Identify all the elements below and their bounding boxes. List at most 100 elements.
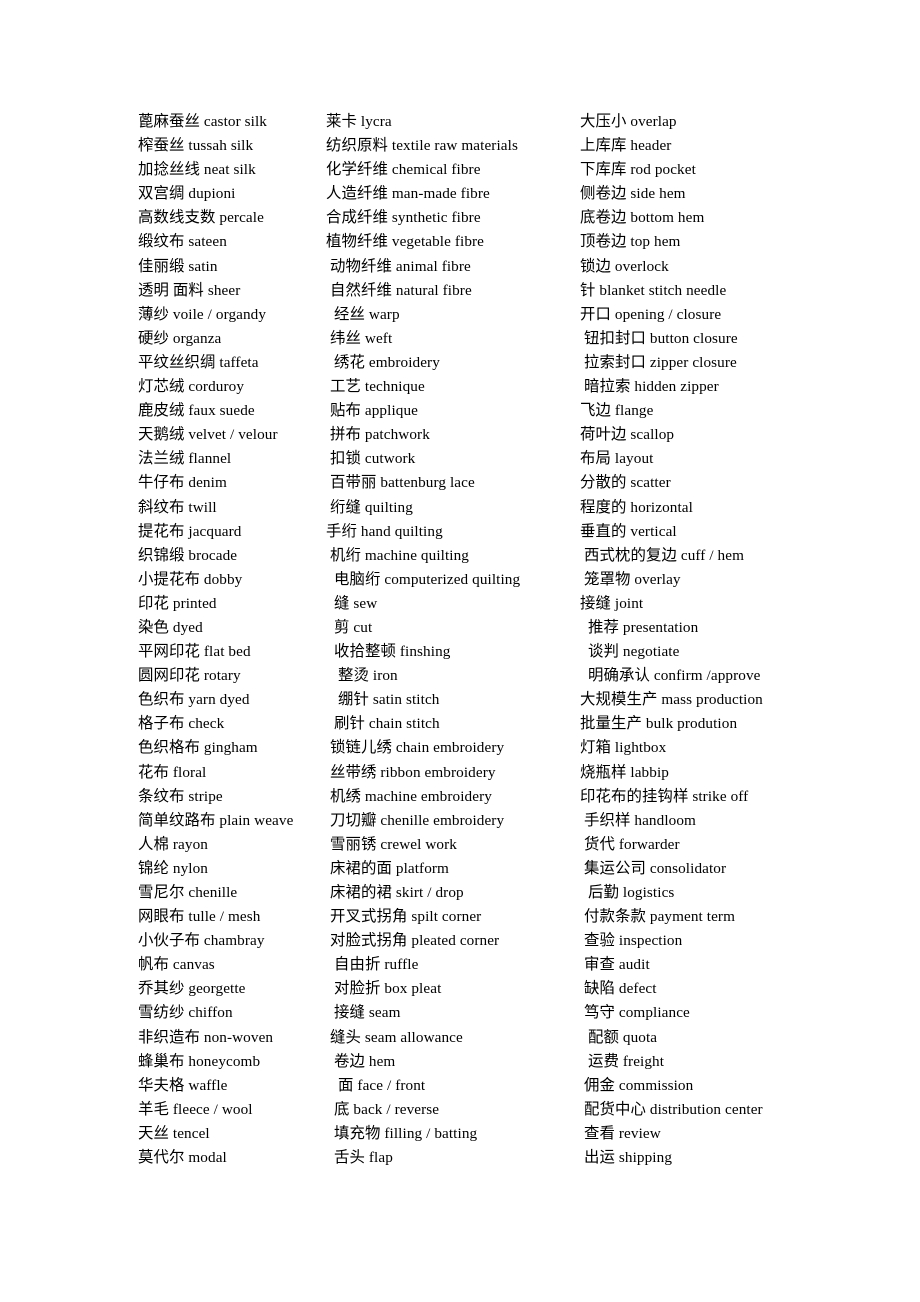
glossary-term-zh: 上库库	[580, 137, 627, 155]
glossary-term-en: zipper closure	[649, 353, 737, 371]
glossary-term-zh: 天鹅绒	[138, 426, 185, 444]
glossary-term-en: flat bed	[203, 643, 251, 661]
glossary-term-en: neat silk	[203, 161, 256, 179]
glossary-term-en: joint	[614, 594, 644, 612]
glossary-entry: 对脸式拐角 pleated corner	[326, 929, 580, 953]
glossary-term-zh: 出运	[584, 1149, 615, 1167]
glossary-term-en: confirm /approve	[653, 667, 761, 685]
glossary-term-zh: 乔其纱	[138, 980, 185, 998]
glossary-term-en: battenburg lace	[380, 474, 475, 492]
glossary-term-zh: 天丝	[138, 1124, 169, 1142]
glossary-entry: 拉索封口 zipper closure	[580, 351, 838, 375]
glossary-entry: 绣花 embroidery	[326, 351, 580, 375]
glossary-term-en: back / reverse	[353, 1100, 440, 1118]
glossary-entry: 丝带绣 ribbon embroidery	[326, 761, 580, 785]
glossary-entry: 明确承认 confirm /approve	[580, 664, 838, 688]
glossary-term-zh: 植物纤维	[326, 233, 388, 251]
glossary-term-en: taffeta	[219, 353, 259, 371]
glossary-entry: 人造纤维 man-made fibre	[326, 182, 580, 206]
glossary-term-en: dupioni	[188, 185, 236, 203]
glossary-term-zh: 百带丽	[330, 474, 377, 492]
glossary-entry: 接缝 joint	[580, 592, 838, 616]
glossary-entry: 床裙的面 platform	[326, 857, 580, 881]
glossary-term-zh: 谈判	[588, 643, 619, 661]
glossary-entry: 工艺 technique	[326, 375, 580, 399]
glossary-term-zh: 锦纶	[138, 859, 169, 877]
glossary-entry: 集运公司 consolidator	[580, 857, 838, 881]
glossary-term-zh: 丝带绣	[330, 763, 377, 781]
glossary-term-zh: 蜂巢布	[138, 1052, 185, 1070]
glossary-term-zh: 查看	[584, 1124, 615, 1142]
glossary-term-en: filling / batting	[384, 1124, 478, 1142]
glossary-term-en: tulle / mesh	[188, 908, 261, 926]
glossary-term-en: platform	[395, 859, 449, 877]
glossary-term-en: printed	[172, 594, 217, 612]
glossary-term-en: skirt / drop	[395, 884, 464, 901]
glossary-term-zh: 华夫格	[138, 1076, 185, 1094]
glossary-entry: 色织布 yarn dyed	[138, 688, 326, 712]
glossary-term-en: modal	[188, 1149, 227, 1167]
glossary-term-zh: 面	[338, 1076, 354, 1094]
glossary-term-zh: 扣锁	[330, 450, 361, 468]
glossary-term-zh: 牛仔布	[138, 474, 185, 492]
glossary-term-zh: 平网印花	[138, 643, 200, 661]
glossary-term-zh: 手绗	[326, 522, 357, 540]
glossary-term-zh: 大压小	[580, 113, 627, 130]
glossary-entry: 平纹丝织绸 taffeta	[138, 351, 326, 375]
glossary-term-en: honeycomb	[188, 1052, 261, 1070]
glossary-term-zh: 钮扣封口	[584, 329, 646, 347]
glossary-entry: 开口 opening / closure	[580, 303, 838, 327]
glossary-term-en: applique	[364, 402, 418, 420]
glossary-term-en: scatter	[630, 474, 671, 492]
glossary-term-zh: 侧卷边	[580, 185, 627, 203]
glossary-term-zh: 布局	[580, 450, 611, 468]
glossary-entry: 电脑绗 computerized quilting	[326, 568, 580, 592]
glossary-term-en: cutwork	[364, 450, 416, 468]
glossary-entry: 自然纤维 natural fibre	[326, 279, 580, 303]
glossary-term-zh: 下库库	[580, 161, 627, 179]
glossary-term-zh: 剪	[334, 618, 350, 636]
glossary-entry: 上库库 header	[580, 134, 838, 158]
glossary-entry: 配额 quota	[580, 1026, 838, 1050]
glossary-term-en: side hem	[630, 185, 686, 203]
glossary-entry: 手织样 handloom	[580, 809, 838, 833]
glossary-term-en: box pleat	[384, 980, 442, 998]
glossary-term-zh: 双宫绸	[138, 185, 185, 203]
glossary-entry: 钮扣封口 button closure	[580, 327, 838, 351]
glossary-term-zh: 动物纤维	[330, 257, 392, 275]
glossary-entry: 小提花布 dobby	[138, 568, 326, 592]
glossary-term-zh: 小伙子布	[138, 932, 200, 950]
glossary-term-zh: 烧瓶样	[580, 763, 627, 781]
glossary-entry: 雪尼尔 chenille	[138, 881, 326, 905]
glossary-term-zh: 西式枕的复边	[584, 546, 677, 564]
glossary-term-en: tussah silk	[188, 137, 254, 155]
glossary-term-zh: 纺织原料	[326, 137, 388, 155]
glossary-term-en: flange	[614, 402, 654, 420]
glossary-entry: 布局 layout	[580, 447, 838, 471]
glossary-term-zh: 提花布	[138, 522, 185, 540]
glossary-entry: 货代 forwarder	[580, 833, 838, 857]
glossary-term-zh: 床裙的面	[330, 859, 392, 877]
glossary-term-en: patchwork	[364, 426, 430, 444]
glossary-term-zh: 自由折	[334, 956, 381, 974]
glossary-entry: 斜纹布 twill	[138, 496, 326, 520]
glossary-term-zh: 条纹布	[138, 787, 185, 805]
glossary-term-en: consolidator	[649, 859, 727, 877]
glossary-term-en: tencel	[172, 1124, 210, 1142]
glossary-entry: 西式枕的复边 cuff / hem	[580, 544, 838, 568]
glossary-term-en: scallop	[630, 426, 675, 444]
glossary-term-en: computerized quilting	[384, 570, 521, 588]
glossary-term-zh: 网眼布	[138, 908, 185, 926]
glossary-term-en: gingham	[203, 739, 258, 757]
glossary-term-en: textile raw materials	[391, 137, 518, 155]
glossary-term-en: vegetable fibre	[391, 233, 485, 251]
glossary-term-en: faux suede	[188, 402, 255, 420]
glossary-term-en: chambray	[203, 932, 265, 950]
glossary-entry: 圆网印花 rotary	[138, 664, 326, 688]
glossary-term-en: hem	[368, 1052, 396, 1070]
glossary-entry: 自由折 ruffle	[326, 953, 580, 977]
glossary-term-en: fleece / wool	[172, 1100, 253, 1118]
glossary-term-en: waffle	[188, 1076, 228, 1094]
glossary-entry: 鹿皮绒 faux suede	[138, 399, 326, 423]
glossary-entry: 缝头 seam allowance	[326, 1026, 580, 1050]
